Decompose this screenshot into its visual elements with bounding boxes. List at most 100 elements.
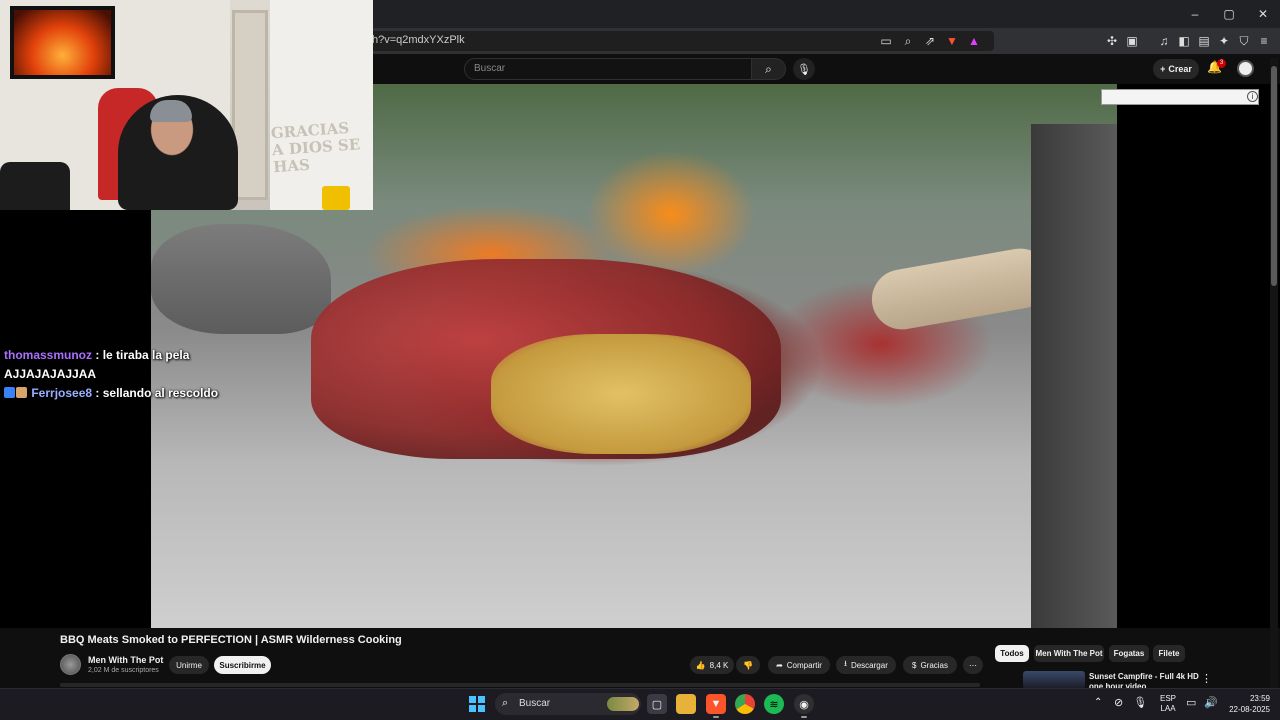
rewards-icon[interactable]: ▲ [966,33,982,49]
vpn-icon[interactable]: ⛉ [1236,33,1252,49]
chat-username: Ferrjosee8 [31,386,93,400]
active-indicator [801,716,807,718]
thanks-icon: $ [911,660,917,670]
spotify-icon[interactable]: ≋ [764,694,784,714]
side-panel [1117,84,1280,628]
chevron-up-icon[interactable]: ⌃ [1094,697,1102,708]
stream-chat: thomassmunoz : le tiraba la pela AJJAJAJ… [4,346,244,403]
subscriber-count: 2,02 M de suscriptores [88,667,159,674]
voice-search-button[interactable]: 🎙 [793,58,815,80]
chip-filete[interactable]: Filete [1153,645,1185,662]
file-explorer-icon[interactable] [676,694,696,714]
fireplace-frame [10,6,115,79]
thanks-label: Gracias [920,660,948,670]
clock-time: 23:59 [1249,694,1270,703]
download-label: Descargar [850,660,888,670]
channel-name[interactable]: Men With The Pot [88,655,163,665]
monitor-icon[interactable]: ▭ [1186,696,1196,709]
streamer-hair [150,100,192,122]
like-button[interactable]: 👍 8,4 K [690,656,734,674]
save-icon[interactable]: ▣ [1124,33,1140,49]
stone-slab [1031,124,1117,628]
taskview-icon[interactable]: ▢ [647,694,667,714]
obs-icon[interactable]: ◉ [794,694,814,714]
lang-line1: ESP [1160,694,1177,703]
brave-icon[interactable]: ▼ [706,694,726,714]
search-highlight-image[interactable] [607,697,639,711]
recommendation-title[interactable]: Sunset Campfire - Full 4k HD one hour vi… [1089,672,1199,689]
cast-icon[interactable]: ▭ [878,33,894,49]
minimize-button[interactable]: – [1178,0,1212,28]
chip-fogatas[interactable]: Fogatas [1109,645,1149,662]
language-indicator[interactable]: ESP LAA [1160,694,1176,714]
thumbs-down-icon: 👎 [743,660,753,670]
bucket [322,186,350,210]
share-button[interactable]: ➦ Compartir [768,656,830,674]
stream-background [0,210,151,628]
info-icon[interactable]: i [1247,91,1258,102]
share-icon: ➦ [776,660,783,670]
avatar[interactable] [1237,60,1254,77]
channel-avatar[interactable] [60,654,81,675]
thanks-button[interactable]: $ Gracias [903,656,957,674]
sidebar-icon[interactable]: ◧ [1176,33,1192,49]
steak-bone [867,243,1055,335]
rock [151,224,331,334]
search-icon: ⌕ [765,61,772,76]
recommendation-thumbnail[interactable] [1023,671,1085,689]
chat-message: thomassmunoz : le tiraba la pela AJJAJAJ… [4,348,190,381]
download-button[interactable]: ⭳ Descargar [836,656,896,674]
clock[interactable]: 23:59 22-08-2025 [1226,693,1270,715]
webcam-overlay: GRACIAS A DIOS SE HAS [0,0,373,210]
search-box[interactable] [464,58,752,80]
tray-icons-right: ▭ 🔊 [1186,696,1218,709]
chip-todos[interactable]: Todos [995,645,1029,662]
leo-icon[interactable]: ✦ [1216,33,1232,49]
badge-icon [4,387,15,398]
chip-channel[interactable]: Men With The Pot [1034,645,1104,662]
network-off-icon[interactable]: ⊘ [1114,696,1123,709]
search-button[interactable]: ⌕ [752,58,786,80]
wallet-icon[interactable]: ▤ [1196,33,1212,49]
subscribe-button[interactable]: Suscribirme [214,656,271,674]
puzzle-icon[interactable]: ✣ [1104,33,1120,49]
mic-icon[interactable]: 🎙 [1133,696,1147,709]
video-title: BBQ Meats Smoked to PERFECTION | ASMR Wi… [60,634,402,646]
url-text[interactable]: h?v=q2mdxYXzPlk [372,34,465,46]
extension-icons: ✣ ▣ ♫ ◧ ▤ ✦ ⛉ ≡ [1104,33,1272,49]
plus-icon: + [1160,64,1166,74]
search-icon: ⌕ [502,697,509,709]
taskbar-search-label[interactable]: Buscar [519,698,550,709]
chat-text: sellando al rescoldo [102,386,219,400]
brave-shield-icon[interactable]: ▼ [944,33,960,49]
tray-icons: ⊘ 🎙 [1114,696,1147,709]
menu-icon[interactable]: ≡ [1256,33,1272,49]
dislike-button[interactable]: 👎 [736,656,760,674]
wall-right [270,0,373,210]
description-bar [60,683,980,687]
maximize-button[interactable]: ▢ [1212,0,1246,28]
recommendation-more-icon[interactable]: ⋮ [1201,672,1212,685]
overlay-input[interactable] [1101,89,1259,105]
chrome-icon[interactable] [735,694,755,714]
windows-start-icon[interactable] [469,696,485,712]
mic-icon: 🎙 [797,63,811,76]
speaker-icon[interactable]: 🔊 [1204,696,1218,709]
wall-text: GRACIAS A DIOS SE HAS [270,118,361,177]
search-input[interactable]: Buscar [474,63,505,74]
share-icon[interactable]: ⇗ [922,33,938,49]
create-button[interactable]: + Crear [1153,59,1199,79]
close-button[interactable]: ✕ [1246,0,1280,28]
music-icon[interactable]: ♫ [1156,33,1172,49]
lang-line2: LAA [1160,704,1176,713]
join-button[interactable]: Unirme [169,656,209,674]
steak-fat [491,334,751,454]
create-label: Crear [1168,64,1192,74]
more-actions-button[interactable]: ⋯ [963,656,983,674]
active-indicator [713,716,719,718]
like-count: 8,4 K [709,660,729,670]
share-label: Compartir [786,660,822,670]
scrollbar-thumb[interactable] [1271,66,1277,286]
zoom-icon[interactable]: ⌕ [900,33,916,49]
chat-message: Ferrjosee8 : sellando al rescoldo [4,384,244,403]
